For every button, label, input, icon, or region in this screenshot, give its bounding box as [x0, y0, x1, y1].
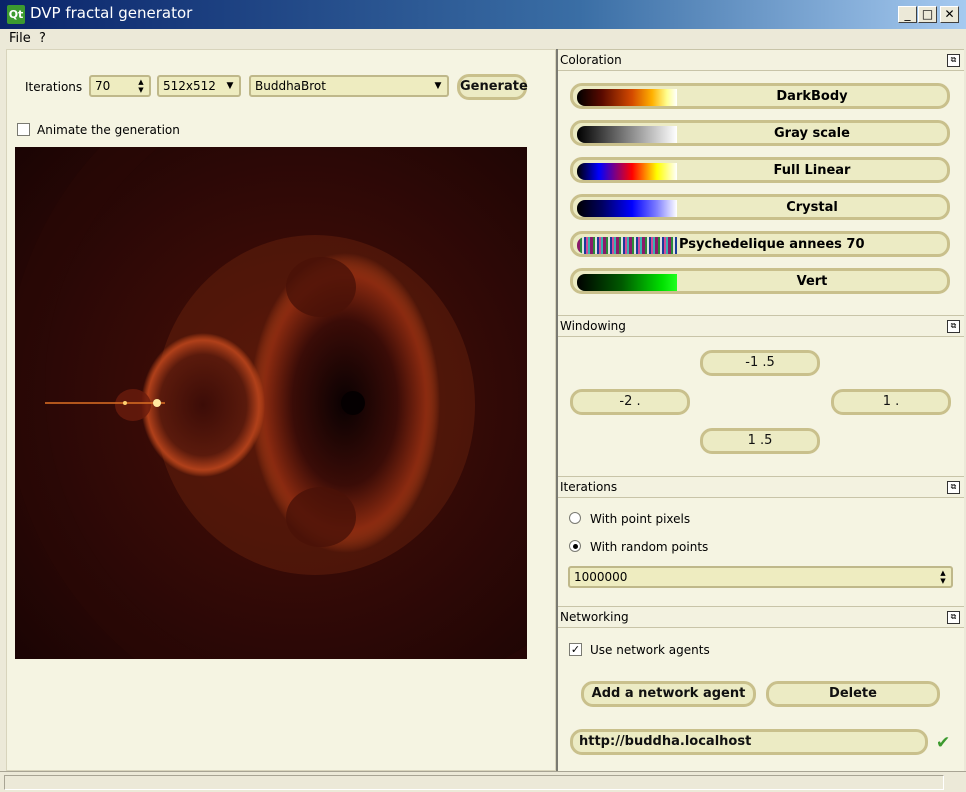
agent-url-field[interactable]: http://buddha.localhost [570, 729, 928, 755]
status-message-area [4, 775, 944, 790]
size-value: 512x512 [163, 79, 216, 93]
undock-icon[interactable]: ⧉ [947, 320, 960, 333]
qt-logo-icon: Qt [7, 5, 25, 24]
undock-icon[interactable]: ⧉ [947, 481, 960, 494]
status-bar [0, 771, 966, 792]
chevron-down-icon[interactable]: ▼ [223, 79, 237, 93]
menu-help[interactable]: ? [39, 31, 46, 46]
window-top-field[interactable]: -1 .5 [700, 350, 820, 376]
palette-label: Gray scale [774, 126, 850, 141]
window-titlebar[interactable]: Qt DVP fractal generator _ □ ✕ [0, 0, 966, 29]
maximize-button[interactable]: □ [918, 6, 937, 23]
coloration-header[interactable]: Coloration ⧉ [558, 49, 964, 71]
settings-pane: Coloration ⧉ DarkBody Gray scale Full Li… [558, 49, 964, 771]
fractal-image [15, 147, 527, 659]
palette-preview [577, 237, 677, 254]
animate-checkbox[interactable] [17, 123, 30, 136]
check-icon: ✔ [936, 733, 951, 753]
palette-label: DarkBody [776, 89, 848, 104]
use-network-checkbox[interactable]: ✓ [569, 643, 582, 656]
iterations-panel-title: Iterations [560, 480, 618, 494]
palette-label: Psychedelique annees 70 [679, 237, 865, 252]
close-button[interactable]: ✕ [940, 6, 959, 23]
undock-icon[interactable]: ⧉ [947, 611, 960, 624]
use-network-label: Use network agents [590, 643, 710, 657]
spin-down-icon[interactable]: ▼ [936, 577, 950, 586]
minimize-button[interactable]: _ [898, 6, 917, 23]
palette-label: Vert [796, 274, 828, 289]
random-points-spinbox[interactable]: 1000000 ▲ ▼ [568, 566, 953, 588]
menu-bar: File ? [0, 29, 966, 49]
generate-button[interactable]: Generate [457, 74, 528, 100]
palette-preview [577, 274, 677, 291]
palette-crystal-button[interactable]: Crystal [570, 194, 950, 220]
coloration-title: Coloration [560, 53, 622, 67]
palette-label: Crystal [786, 200, 838, 215]
undock-icon[interactable]: ⧉ [947, 54, 960, 67]
palette-vert-button[interactable]: Vert [570, 268, 950, 294]
point-pixels-radio[interactable] [569, 512, 581, 524]
iterations-spinbox[interactable]: 70 ▲ ▼ [89, 75, 151, 97]
palette-preview [577, 163, 677, 180]
palette-fulllinear-button[interactable]: Full Linear [570, 157, 950, 183]
palette-preview [577, 200, 677, 217]
random-points-radio[interactable] [569, 540, 581, 552]
networking-title: Networking [560, 610, 629, 624]
palette-label: Full Linear [773, 163, 851, 178]
size-select[interactable]: 512x512 ▼ [157, 75, 241, 97]
windowing-title: Windowing [560, 319, 626, 333]
animate-label: Animate the generation [37, 123, 180, 137]
window-bottom-field[interactable]: 1 .5 [700, 428, 820, 454]
palette-preview [577, 89, 677, 106]
fractal-value: BuddhaBrot [255, 79, 326, 93]
render-pane: Iterations 70 ▲ ▼ 512x512 ▼ BuddhaBrot ▼… [6, 49, 556, 771]
random-points-value: 1000000 [574, 570, 628, 584]
spin-down-icon[interactable]: ▼ [134, 86, 148, 95]
delete-agent-button[interactable]: Delete [766, 681, 940, 707]
chevron-down-icon[interactable]: ▼ [431, 79, 445, 93]
menu-file[interactable]: File [9, 31, 31, 46]
iterations-label: Iterations [25, 80, 83, 94]
window-right-field[interactable]: 1 . [831, 389, 951, 415]
palette-preview [577, 126, 677, 143]
palette-psychedelique-button[interactable]: Psychedelique annees 70 [570, 231, 950, 257]
windowing-header[interactable]: Windowing ⧉ [558, 315, 964, 337]
palette-grayscale-button[interactable]: Gray scale [570, 120, 950, 146]
random-points-label: With random points [590, 540, 709, 554]
buddhabrot-render [15, 147, 527, 659]
iterations-panel-header[interactable]: Iterations ⧉ [558, 476, 964, 498]
iterations-value: 70 [95, 79, 111, 93]
window-title: DVP fractal generator [30, 4, 193, 22]
window-left-field[interactable]: -2 . [570, 389, 690, 415]
add-agent-button[interactable]: Add a network agent [581, 681, 756, 707]
palette-darkbody-button[interactable]: DarkBody [570, 83, 950, 109]
fractal-select[interactable]: BuddhaBrot ▼ [249, 75, 449, 97]
networking-header[interactable]: Networking ⧉ [558, 606, 964, 628]
point-pixels-label: With point pixels [590, 512, 691, 526]
